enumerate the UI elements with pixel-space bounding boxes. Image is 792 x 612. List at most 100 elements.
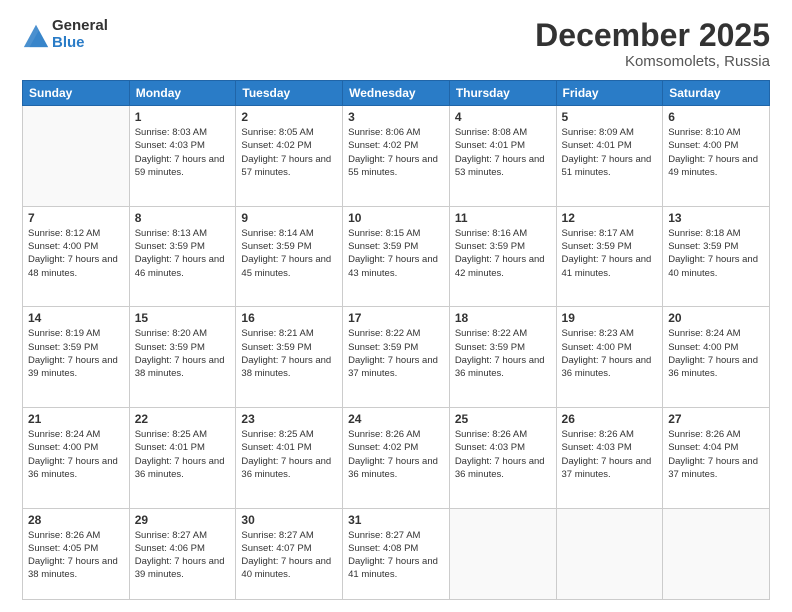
day-number: 27 [668,412,764,426]
logo-blue: Blue [52,35,108,52]
day-number: 29 [135,513,231,527]
day-info: Sunrise: 8:24 AMSunset: 4:00 PMDaylight:… [668,327,764,380]
calendar-week-row: 28Sunrise: 8:26 AMSunset: 4:05 PMDayligh… [23,508,770,600]
day-info: Sunrise: 8:05 AMSunset: 4:02 PMDaylight:… [241,126,337,179]
day-info: Sunrise: 8:26 AMSunset: 4:04 PMDaylight:… [668,428,764,481]
calendar-cell: 21 Sunrise: 8:24 AMSunset: 4:00 PMDayligh… [23,407,130,508]
day-info: Sunrise: 8:26 AMSunset: 4:03 PMDaylight:… [455,428,551,481]
day-number: 21 [28,412,124,426]
day-number: 9 [241,211,337,225]
day-info: Sunrise: 8:25 AMSunset: 4:01 PMDaylight:… [241,428,337,481]
calendar-cell: 14 Sunrise: 8:19 AMSunset: 3:59 PMDayligh… [23,307,130,408]
day-info: Sunrise: 8:15 AMSunset: 3:59 PMDaylight:… [348,227,444,280]
title-block: December 2025 Komsomolets, Russia [535,18,770,70]
day-number: 26 [562,412,658,426]
logo-icon [22,21,50,49]
day-info: Sunrise: 8:27 AMSunset: 4:07 PMDaylight:… [241,529,337,582]
day-number: 14 [28,311,124,325]
day-info: Sunrise: 8:03 AMSunset: 4:03 PMDaylight:… [135,126,231,179]
calendar-cell: 29Sunrise: 8:27 AMSunset: 4:06 PMDayligh… [129,508,236,600]
calendar-cell [23,106,130,207]
day-info: Sunrise: 8:09 AMSunset: 4:01 PMDaylight:… [562,126,658,179]
calendar-cell: 8Sunrise: 8:13 AMSunset: 3:59 PMDaylight… [129,206,236,307]
calendar-cell: 27 Sunrise: 8:26 AMSunset: 4:04 PMDayligh… [663,407,770,508]
calendar-cell: 19 Sunrise: 8:23 AMSunset: 4:00 PMDayligh… [556,307,663,408]
calendar-week-row: 7 Sunrise: 8:12 AMSunset: 4:00 PMDaylight… [23,206,770,307]
logo-general: General [52,18,108,35]
header: General Blue December 2025 Komsomolets, … [22,18,770,70]
day-number: 31 [348,513,444,527]
day-info: Sunrise: 8:06 AMSunset: 4:02 PMDaylight:… [348,126,444,179]
calendar: SundayMondayTuesdayWednesdayThursdayFrid… [22,80,770,600]
weekday-header-cell: Monday [129,81,236,106]
calendar-cell: 13 Sunrise: 8:18 AMSunset: 3:59 PMDayligh… [663,206,770,307]
day-number: 23 [241,412,337,426]
day-number: 11 [455,211,551,225]
calendar-cell: 18Sunrise: 8:22 AMSunset: 3:59 PMDayligh… [449,307,556,408]
calendar-cell: 12Sunrise: 8:17 AMSunset: 3:59 PMDayligh… [556,206,663,307]
day-info: Sunrise: 8:22 AMSunset: 3:59 PMDaylight:… [348,327,444,380]
day-info: Sunrise: 8:16 AMSunset: 3:59 PMDaylight:… [455,227,551,280]
day-number: 25 [455,412,551,426]
calendar-cell: 17 Sunrise: 8:22 AMSunset: 3:59 PMDayligh… [343,307,450,408]
weekday-header-cell: Tuesday [236,81,343,106]
calendar-cell: 25 Sunrise: 8:26 AMSunset: 4:03 PMDayligh… [449,407,556,508]
weekday-header: SundayMondayTuesdayWednesdayThursdayFrid… [23,81,770,106]
calendar-week-row: 14 Sunrise: 8:19 AMSunset: 3:59 PMDayligh… [23,307,770,408]
day-info: Sunrise: 8:14 AMSunset: 3:59 PMDaylight:… [241,227,337,280]
day-info: Sunrise: 8:26 AMSunset: 4:03 PMDaylight:… [562,428,658,481]
calendar-cell: 1 Sunrise: 8:03 AMSunset: 4:03 PMDaylight… [129,106,236,207]
logo: General Blue [22,18,108,51]
calendar-cell: 20 Sunrise: 8:24 AMSunset: 4:00 PMDayligh… [663,307,770,408]
calendar-cell: 3Sunrise: 8:06 AMSunset: 4:02 PMDaylight… [343,106,450,207]
day-number: 1 [135,110,231,124]
calendar-cell: 2 Sunrise: 8:05 AMSunset: 4:02 PMDaylight… [236,106,343,207]
calendar-cell: 24 Sunrise: 8:26 AMSunset: 4:02 PMDayligh… [343,407,450,508]
calendar-cell: 16Sunrise: 8:21 AMSunset: 3:59 PMDayligh… [236,307,343,408]
day-info: Sunrise: 8:18 AMSunset: 3:59 PMDaylight:… [668,227,764,280]
page: General Blue December 2025 Komsomolets, … [0,0,792,612]
day-number: 19 [562,311,658,325]
calendar-cell [663,508,770,600]
calendar-cell: 11 Sunrise: 8:16 AMSunset: 3:59 PMDayligh… [449,206,556,307]
day-info: Sunrise: 8:08 AMSunset: 4:01 PMDaylight:… [455,126,551,179]
calendar-cell: 28Sunrise: 8:26 AMSunset: 4:05 PMDayligh… [23,508,130,600]
calendar-cell: 9 Sunrise: 8:14 AMSunset: 3:59 PMDaylight… [236,206,343,307]
calendar-cell: 5Sunrise: 8:09 AMSunset: 4:01 PMDaylight… [556,106,663,207]
day-info: Sunrise: 8:27 AMSunset: 4:08 PMDaylight:… [348,529,444,582]
day-info: Sunrise: 8:26 AMSunset: 4:02 PMDaylight:… [348,428,444,481]
day-number: 24 [348,412,444,426]
calendar-cell: 7 Sunrise: 8:12 AMSunset: 4:00 PMDaylight… [23,206,130,307]
day-number: 30 [241,513,337,527]
calendar-cell: 15Sunrise: 8:20 AMSunset: 3:59 PMDayligh… [129,307,236,408]
day-number: 20 [668,311,764,325]
day-info: Sunrise: 8:20 AMSunset: 3:59 PMDaylight:… [135,327,231,380]
day-number: 7 [28,211,124,225]
day-info: Sunrise: 8:13 AMSunset: 3:59 PMDaylight:… [135,227,231,280]
calendar-cell: 26 Sunrise: 8:26 AMSunset: 4:03 PMDayligh… [556,407,663,508]
calendar-cell: 30 Sunrise: 8:27 AMSunset: 4:07 PMDayligh… [236,508,343,600]
day-info: Sunrise: 8:25 AMSunset: 4:01 PMDaylight:… [135,428,231,481]
day-number: 2 [241,110,337,124]
logo-text: General Blue [52,18,108,51]
weekday-header-cell: Friday [556,81,663,106]
calendar-cell: 6Sunrise: 8:10 AMSunset: 4:00 PMDaylight… [663,106,770,207]
day-number: 18 [455,311,551,325]
day-number: 6 [668,110,764,124]
calendar-week-row: 21 Sunrise: 8:24 AMSunset: 4:00 PMDayligh… [23,407,770,508]
day-number: 10 [348,211,444,225]
calendar-cell: 23 Sunrise: 8:25 AMSunset: 4:01 PMDayligh… [236,407,343,508]
calendar-cell: 22Sunrise: 8:25 AMSunset: 4:01 PMDayligh… [129,407,236,508]
day-number: 4 [455,110,551,124]
day-info: Sunrise: 8:24 AMSunset: 4:00 PMDaylight:… [28,428,124,481]
day-number: 28 [28,513,124,527]
day-number: 12 [562,211,658,225]
weekday-header-cell: Saturday [663,81,770,106]
day-number: 17 [348,311,444,325]
day-info: Sunrise: 8:12 AMSunset: 4:00 PMDaylight:… [28,227,124,280]
day-info: Sunrise: 8:19 AMSunset: 3:59 PMDaylight:… [28,327,124,380]
weekday-header-cell: Thursday [449,81,556,106]
day-info: Sunrise: 8:23 AMSunset: 4:00 PMDaylight:… [562,327,658,380]
day-number: 13 [668,211,764,225]
calendar-body: 1 Sunrise: 8:03 AMSunset: 4:03 PMDaylight… [23,106,770,600]
